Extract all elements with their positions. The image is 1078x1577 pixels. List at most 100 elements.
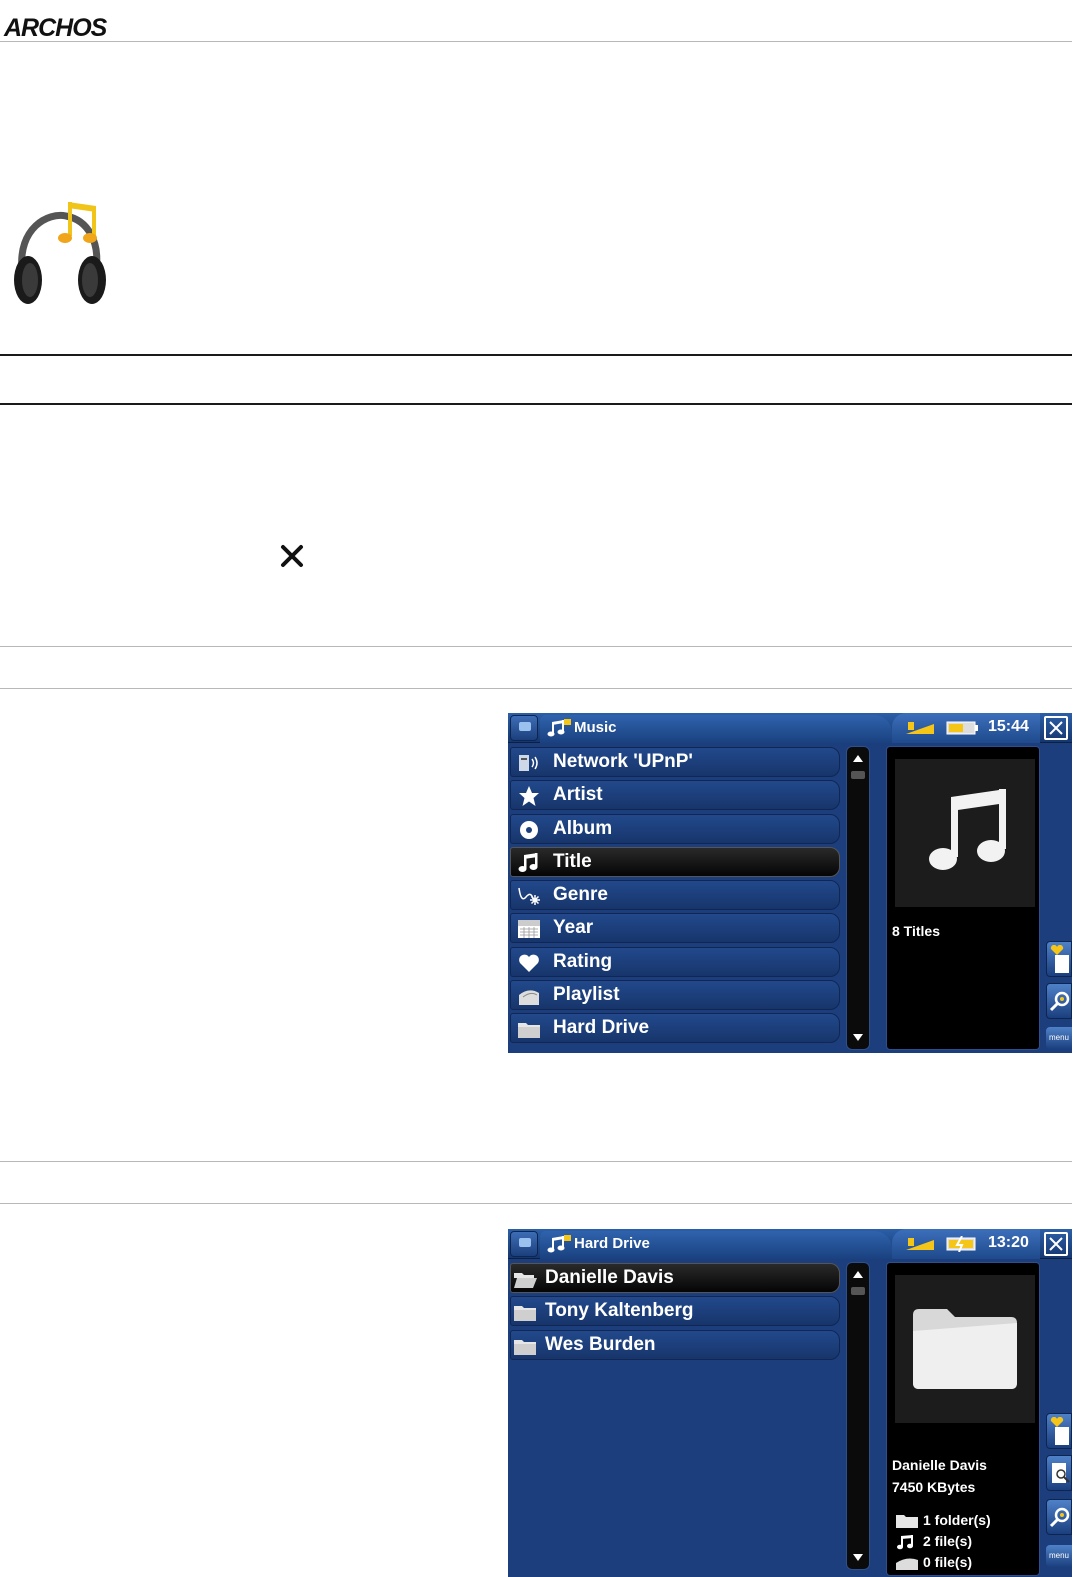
headphones-music-icon [14,202,106,304]
list-item-genre[interactable]: Genre [510,880,840,911]
disc-icon [520,820,538,839]
list-item-label: Danielle Davis [545,1267,674,1288]
scroll-up-icon [853,1271,863,1278]
search-icon [1049,991,1070,1012]
music-note-icon [929,789,1006,870]
calendar-icon [518,920,540,939]
music-note-icon [547,1235,571,1253]
list-item-folder[interactable]: Danielle Davis [510,1263,840,1293]
list-item-label: Hard Drive [553,1017,650,1039]
folder-list: Danielle Davis Tony Kaltenberg Wes Burde… [510,1263,840,1363]
preview-panel: 8 Titles [886,746,1040,1050]
search-button[interactable] [1046,1499,1072,1535]
search-icon [1049,1507,1070,1528]
screen-title: Hard Drive [574,1235,650,1252]
heart-file-icon [1050,1417,1069,1445]
preview-name: Danielle Davis [892,1457,987,1473]
list-item-title[interactable]: Title [510,846,840,877]
edit-file-button[interactable] [1046,1455,1072,1491]
music-note-icon [518,852,538,872]
clock: 15:44 [988,718,1029,735]
music-file-count: 2 file(s) [923,1533,973,1549]
list-item-artist[interactable]: Artist [510,780,840,811]
playlist-icon [896,1558,918,1570]
preview-art [895,759,1035,907]
header-divider [0,41,1072,42]
category-list: Network 'UPnP' Artist Album Title Genre … [510,747,840,1047]
scroll-up-icon [853,755,863,762]
list-item-label: Title [553,850,592,872]
home-button[interactable] [510,1231,538,1257]
music-note-icon [547,719,571,737]
list-item-year[interactable]: Year [510,913,840,944]
favorite-button[interactable] [1046,1413,1072,1449]
folder-icon [514,1339,536,1355]
open-folder-icon [514,1273,537,1288]
list-item-label: Playlist [553,984,620,1006]
list-item-playlist[interactable]: Playlist [510,980,840,1011]
battery-icon [946,721,978,735]
title-bar: Hard Drive 13:20 [508,1229,1072,1259]
scroll-thumb[interactable] [851,1287,865,1295]
list-item-hard-drive[interactable]: Hard Drive [510,1013,840,1044]
divider [0,1203,1072,1204]
preview-caption: 8 Titles [892,923,940,939]
close-button[interactable] [1044,716,1068,740]
screen-title: Music [574,719,617,736]
list-item-label: Album [553,817,613,839]
title-bar: Music 15:44 [508,713,1072,743]
scrollbar[interactable] [846,1262,870,1570]
scroll-thumb[interactable] [851,771,865,779]
list-item-network[interactable]: Network 'UPnP' [510,747,840,777]
list-item-album[interactable]: Album [510,813,840,844]
heart-file-icon [1050,945,1069,973]
folder-count: 1 folder(s) [923,1512,991,1528]
list-item-folder[interactable]: Tony Kaltenberg [510,1296,840,1327]
network-icon [519,755,538,771]
folder-icon [896,1515,918,1528]
divider [0,688,1072,689]
folder-icon [514,1306,536,1322]
volume-icon [906,1238,934,1250]
music-browser-screenshot: Music 15:44 Network 'UPnP' Artist Album … [508,713,1072,1053]
heart-icon [519,954,539,972]
genre-icon [518,888,540,906]
section-divider-bottom [0,403,1072,405]
home-button[interactable] [510,715,538,741]
scrollbar[interactable] [846,746,870,1050]
list-item-label: Rating [553,950,613,972]
folder-icon [913,1309,1017,1389]
menu-button[interactable]: menu [1046,1027,1072,1049]
favorite-button[interactable] [1046,941,1072,977]
close-icon [1049,721,1063,735]
scroll-down-icon [853,1034,863,1041]
section-divider-top [0,354,1072,356]
search-button[interactable] [1046,983,1072,1019]
playlist-icon [519,990,539,1006]
menu-button[interactable]: menu [1046,1545,1072,1567]
file-magnifier-icon [1052,1463,1070,1483]
volume-icon [906,722,934,734]
list-item-label: Wes Burden [545,1333,656,1355]
other-file-count: 0 file(s) [923,1554,973,1570]
scroll-down-icon [853,1554,863,1561]
clock: 13:20 [988,1234,1029,1251]
list-item-label: Network 'UPnP' [553,751,693,772]
close-icon [281,545,303,567]
star-icon [519,786,539,807]
list-item-label: Artist [553,784,603,806]
preview-art [895,1275,1035,1423]
status-area: 15:44 [892,713,1040,743]
divider [0,646,1072,647]
hard-drive-browser-screenshot: Hard Drive 13:20 Danielle Davis Tony Kal… [508,1229,1072,1577]
close-button[interactable] [1044,1232,1068,1256]
battery-charging-icon [946,1236,976,1252]
divider [0,1161,1072,1162]
folder-icon [518,1023,540,1039]
list-item-label: Genre [553,884,608,906]
close-icon [1049,1237,1063,1251]
list-item-label: Year [553,917,594,939]
list-item-folder[interactable]: Wes Burden [510,1329,840,1360]
list-item-rating[interactable]: Rating [510,946,840,977]
music-note-icon [897,1535,913,1550]
